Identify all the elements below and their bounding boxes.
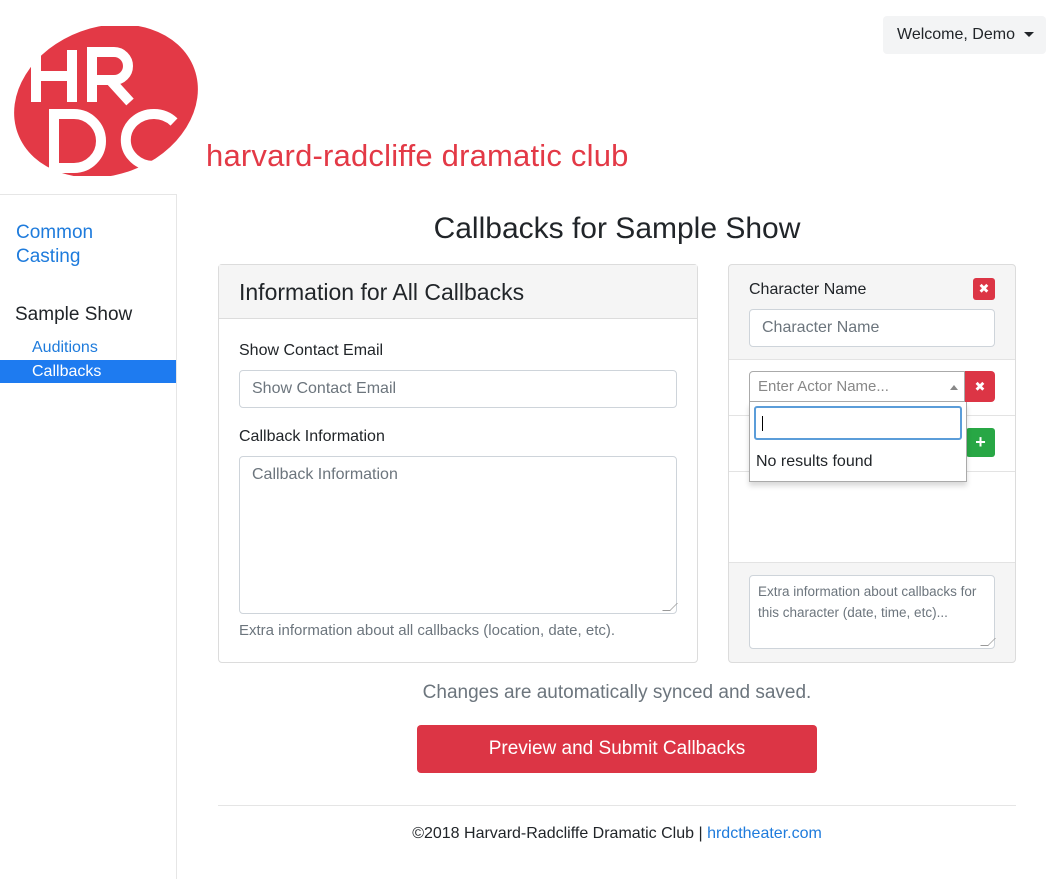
email-field[interactable]: Show Contact Email: [239, 370, 677, 408]
footer-link[interactable]: hrdctheater.com: [707, 825, 822, 842]
remove-character-button[interactable]: ✖: [973, 278, 995, 300]
sidebar-link-common-casting[interactable]: Common Casting: [16, 221, 146, 269]
remove-actor-button[interactable]: ✖: [965, 371, 995, 402]
add-actor-button[interactable]: +: [966, 428, 995, 457]
character-name-label: Character Name: [749, 281, 867, 298]
resize-handle-icon[interactable]: [662, 603, 678, 611]
sync-status: Changes are automatically synced and sav…: [422, 682, 812, 703]
user-menu-dropdown[interactable]: Welcome, Demo: [883, 16, 1046, 54]
footer-divider: [218, 805, 1016, 806]
callback-info-placeholder: Callback Information: [252, 466, 398, 483]
actor-list-area: [729, 471, 1015, 563]
sidebar-item-auditions[interactable]: Auditions: [0, 336, 176, 359]
no-results-text: No results found: [756, 453, 873, 470]
sidebar: Common Casting Sample Show Auditions Cal…: [0, 194, 177, 879]
close-icon: ✖: [974, 378, 986, 394]
logo[interactable]: harvard-radcliffe dramatic club: [14, 26, 674, 176]
footer-copyright: ©2018 Harvard-Radcliffe Dramatic Club |: [412, 825, 703, 842]
caret-down-icon: [1023, 31, 1034, 37]
actor-select[interactable]: Enter Actor Name...: [749, 371, 965, 402]
preview-submit-button[interactable]: Preview and Submit Callbacks: [417, 725, 817, 773]
callback-info-textarea[interactable]: Callback Information: [239, 456, 678, 614]
callback-info-label: Callback Information: [239, 428, 385, 445]
sidebar-item-callbacks[interactable]: Callbacks: [0, 360, 176, 383]
logo-text: harvard-radcliffe dramatic club: [206, 138, 629, 173]
actor-dropdown: No results found: [749, 402, 967, 482]
resize-handle-icon[interactable]: [980, 638, 996, 646]
character-extra-textarea[interactable]: Extra information about callbacks for th…: [749, 575, 996, 649]
email-label: Show Contact Email: [239, 342, 384, 359]
text-cursor: [762, 416, 763, 431]
footer: ©2018 Harvard-Radcliffe Dramatic Club | …: [218, 825, 1016, 843]
callback-info-help: Extra information about all callbacks (l…: [239, 622, 616, 639]
character-name-placeholder: Character Name: [762, 319, 880, 336]
page-title: Callbacks for Sample Show: [433, 212, 801, 245]
character-name-input[interactable]: Character Name: [749, 309, 995, 347]
hrdc-logo-icon: [14, 26, 198, 176]
close-icon: ✖: [978, 281, 990, 296]
actor-search-input[interactable]: [754, 406, 962, 440]
character-card: Character Name ✖ Character Name Enter Ac…: [728, 264, 1016, 663]
email-placeholder: Show Contact Email: [252, 380, 397, 397]
welcome-label: Welcome, Demo: [897, 26, 1015, 43]
info-card-header: Information for All Callbacks: [219, 265, 697, 319]
character-extra-placeholder: Extra information about callbacks for th…: [758, 584, 977, 620]
sidebar-show-heading: Sample Show: [15, 304, 133, 325]
actor-placeholder: Enter Actor Name...: [758, 378, 889, 395]
plus-icon: +: [975, 432, 986, 452]
chevron-up-icon: [950, 385, 958, 390]
info-card: Information for All Callbacks Show Conta…: [218, 264, 698, 663]
